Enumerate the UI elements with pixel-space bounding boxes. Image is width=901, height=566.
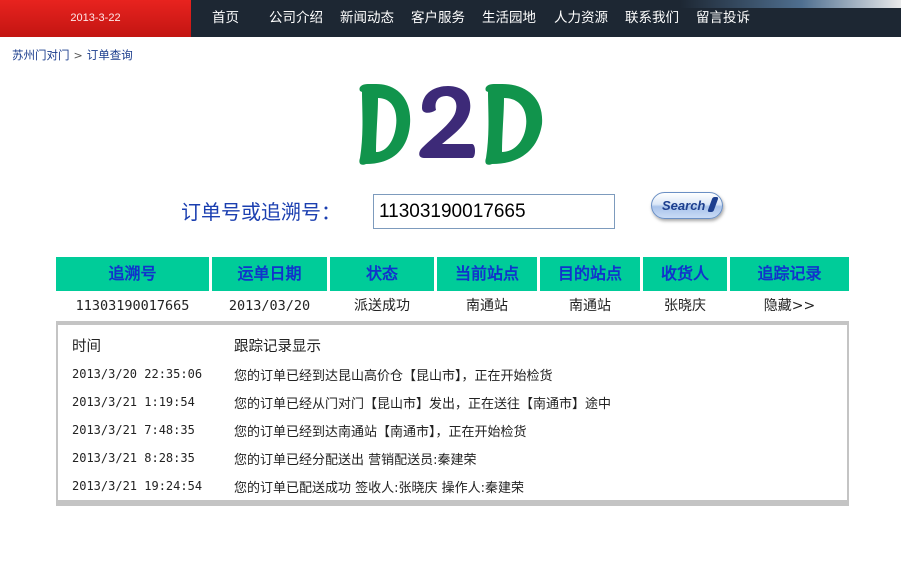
d2d-logo [359, 83, 543, 165]
tracking-time: 2013/3/20 22:35:06 [72, 367, 203, 381]
cell-tracking-toggle: 隐藏>> [730, 293, 849, 319]
logo-letter-d-left [359, 83, 411, 165]
breadcrumb: 苏州门对门 > 订单查询 [12, 47, 133, 63]
search-button[interactable]: Search [651, 192, 723, 219]
cell-destination-station: 南通站 [569, 298, 611, 314]
tracking-message: 您的订单已经到达南通站【南通市】，正在开始检货 [234, 425, 527, 440]
tracking-col-time-header: 时间 [72, 339, 101, 355]
tracking-time: 2013/3/21 1:19:54 [72, 395, 195, 409]
tracking-col-record-header: 跟踪记录显示 [234, 339, 321, 355]
tracking-message: 您的订单已配送成功 签收人:张晓庆 操作人:秦建荣 [234, 481, 525, 496]
tracking-time: 2013/3/21 8:28:35 [72, 451, 195, 465]
col-header-current-station: 当前站点 [437, 257, 537, 291]
nav-item-service[interactable]: 客户服务 [411, 6, 465, 26]
breadcrumb-home-link[interactable]: 苏州门对门 [12, 48, 70, 62]
breadcrumb-current[interactable]: 订单查询 [87, 48, 133, 62]
cell-current-station: 南通站 [466, 298, 508, 314]
col-header-tracking-record: 追踪记录 [730, 257, 849, 291]
cell-receiver: 张晓庆 [664, 298, 706, 314]
tracking-time: 2013/3/21 19:24:54 [72, 479, 203, 493]
nav-item-hr[interactable]: 人力资源 [554, 6, 608, 26]
hide-tracking-link[interactable]: 隐藏>> [764, 298, 815, 314]
tracking-message: 您的订单已经分配送出 营销配送员:秦建荣 [234, 453, 477, 468]
cell-tracking-no: 11303190017665 [75, 298, 190, 314]
nav-item-life[interactable]: 生活园地 [482, 6, 536, 26]
search-button-label: Search [662, 198, 706, 213]
tracking-number-input[interactable] [373, 194, 615, 229]
top-header-bar: 2013-3-22 首页 公司介绍 新闻动态 客户服务 生活园地 人力资源 联系… [0, 0, 901, 37]
header-date: 2013-3-22 [0, 0, 191, 37]
nav-item-home[interactable]: 首页 [212, 6, 239, 26]
search-label: 订单号或追溯号： [181, 200, 341, 224]
col-header-status: 状态 [330, 257, 434, 291]
logo-letter-d-right [485, 83, 543, 165]
col-header-tracking-no: 追溯号 [56, 257, 209, 291]
chevron-right-icon: > [73, 49, 83, 62]
nav-item-contact[interactable]: 联系我们 [625, 6, 679, 26]
col-header-destination-station: 目的站点 [540, 257, 640, 291]
tracking-time: 2013/3/21 7:48:35 [72, 423, 195, 437]
tracking-message: 您的订单已经到达昆山高价仓【昆山市】，正在开始检货 [234, 369, 553, 384]
nav-item-about[interactable]: 公司介绍 [269, 6, 323, 26]
col-header-order-date: 运单日期 [212, 257, 327, 291]
tracking-history-panel: 时间 跟踪记录显示 2013/3/20 22:35:06 您的订单已经到达昆山高… [56, 321, 849, 506]
tracking-message: 您的订单已经从门对门【昆山市】发出，正在送往【南通市】途中 [234, 397, 612, 412]
col-header-receiver: 收货人 [643, 257, 727, 291]
logo-numeral-two [419, 86, 475, 158]
cell-order-date: 2013/03/20 [228, 298, 311, 314]
nav-item-feedback[interactable]: 留言投诉 [696, 6, 750, 26]
search-button-accent-icon [707, 197, 719, 212]
cell-status: 派送成功 [354, 298, 410, 314]
nav-item-news[interactable]: 新闻动态 [340, 6, 394, 26]
